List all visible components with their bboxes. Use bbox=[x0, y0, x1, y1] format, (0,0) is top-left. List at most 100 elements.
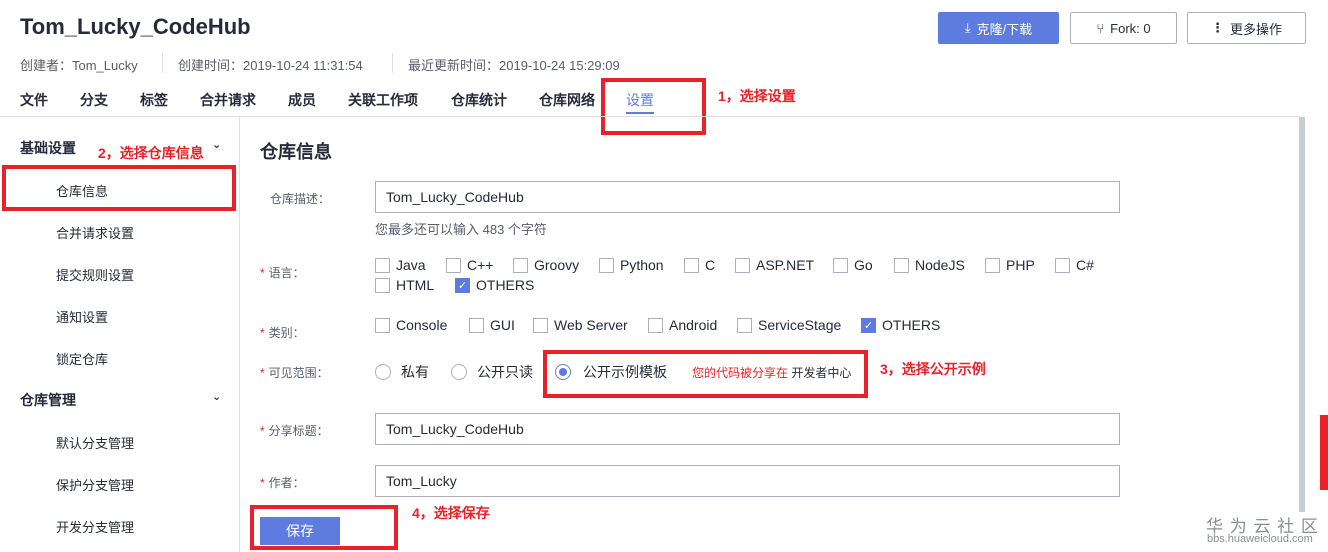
tab-members[interactable]: 成员 bbox=[288, 90, 316, 110]
checkbox-label: Python bbox=[620, 257, 664, 273]
scrollbar[interactable] bbox=[1299, 117, 1305, 512]
radio-label: 公开只读 bbox=[477, 364, 533, 380]
tab-branches[interactable]: 分支 bbox=[80, 90, 108, 110]
share-title-label: * 分享标题： bbox=[260, 422, 329, 439]
checkbox-icon bbox=[985, 257, 1000, 273]
checkbox-lang-python[interactable]: Python bbox=[599, 257, 664, 273]
radio-public-readonly[interactable]: 公开只读 bbox=[451, 362, 533, 382]
clone-label: 克隆/下载 bbox=[976, 21, 1033, 37]
clone-download-button[interactable]: ⤓ 克隆/下载 bbox=[938, 12, 1059, 44]
required-mark: * bbox=[260, 424, 265, 438]
author-input[interactable]: Tom_Lucky bbox=[375, 465, 1120, 497]
sidebar-item-dev-branch[interactable]: 开发分支管理 bbox=[56, 517, 134, 536]
label-text: 可见范围： bbox=[268, 366, 329, 380]
checkbox-label: Groovy bbox=[534, 257, 580, 273]
checkbox-label: C# bbox=[1076, 257, 1094, 273]
checkbox-checked-icon: ✓ bbox=[861, 317, 876, 333]
required-mark: * bbox=[260, 266, 265, 280]
label-text: 分享标题： bbox=[268, 424, 329, 438]
checkbox-cat-console[interactable]: Console bbox=[375, 317, 447, 333]
chevron-down-icon[interactable]: ⌄ bbox=[212, 138, 221, 151]
checkbox-icon bbox=[599, 257, 614, 273]
tab-files[interactable]: 文件 bbox=[20, 90, 48, 110]
checkbox-icon bbox=[469, 317, 484, 333]
sidebar-item-commit-rules[interactable]: 提交规则设置 bbox=[56, 265, 134, 284]
checkbox-lang-asp-net[interactable]: ASP.NET bbox=[735, 257, 814, 273]
checkbox-label: OTHERS bbox=[882, 317, 941, 333]
checkbox-checked-icon: ✓ bbox=[455, 277, 470, 293]
tab-work-items[interactable]: 关联工作项 bbox=[348, 90, 418, 110]
visibility-label: * 可见范围： bbox=[260, 364, 329, 381]
checkbox-label: Go bbox=[854, 257, 873, 273]
checkbox-lang-nodejs[interactable]: NodeJS bbox=[894, 257, 965, 273]
fork-button[interactable]: ⑂ Fork: 0 bbox=[1070, 12, 1177, 44]
sidebar-group-manage[interactable]: 仓库管理 bbox=[20, 390, 76, 410]
checkbox-lang-go[interactable]: Go bbox=[833, 257, 873, 273]
checkbox-icon bbox=[737, 317, 752, 333]
annotation-3: 3，选择公开示例 bbox=[880, 361, 986, 377]
checkbox-icon bbox=[513, 257, 528, 273]
checkbox-lang-others[interactable]: ✓ OTHERS bbox=[455, 277, 534, 293]
sidebar-item-default-branch[interactable]: 默认分支管理 bbox=[56, 433, 134, 452]
char-count-hint: 您最多还可以输入 483 个字符 bbox=[375, 222, 547, 237]
sidebar-item-merge-settings[interactable]: 合并请求设置 bbox=[56, 223, 134, 242]
checkbox-cat-gui[interactable]: GUI bbox=[469, 317, 515, 333]
checkbox-lang-c-[interactable]: C++ bbox=[446, 257, 493, 273]
category-label: * 类别： bbox=[260, 324, 305, 341]
sidebar-item-lock-repo[interactable]: 锁定仓库 bbox=[56, 349, 108, 368]
radio-circle bbox=[375, 364, 391, 380]
checkbox-icon bbox=[375, 257, 390, 273]
checkbox-cat-android[interactable]: Android bbox=[648, 317, 717, 333]
tab-statistics[interactable]: 仓库统计 bbox=[451, 90, 507, 110]
checkbox-label: HTML bbox=[396, 277, 435, 293]
annotation-2: 2，选择仓库信息 bbox=[98, 145, 204, 161]
checkbox-label: C++ bbox=[467, 257, 494, 273]
checkbox-lang-java[interactable]: Java bbox=[375, 257, 426, 273]
share-title-input[interactable]: Tom_Lucky_CodeHub bbox=[375, 413, 1120, 445]
checkbox-lang-c-[interactable]: C# bbox=[1055, 257, 1094, 273]
checkbox-lang-c[interactable]: C bbox=[684, 257, 715, 273]
feedback-side-tab[interactable] bbox=[1320, 415, 1328, 490]
annotation-box bbox=[601, 78, 706, 135]
download-icon: ⤓ bbox=[964, 20, 971, 35]
author-label: * 作者： bbox=[260, 474, 305, 491]
checkbox-lang-php[interactable]: PHP bbox=[985, 257, 1035, 273]
checkbox-lang-groovy[interactable]: Groovy bbox=[513, 257, 579, 273]
checkbox-label: Console bbox=[396, 317, 448, 333]
description-input[interactable]: Tom_Lucky_CodeHub bbox=[375, 181, 1120, 213]
required-mark: * bbox=[260, 326, 265, 340]
sidebar-item-notifications[interactable]: 通知设置 bbox=[56, 307, 108, 326]
annotation-box bbox=[2, 165, 236, 211]
creator: 创建者：Tom_Lucky bbox=[20, 58, 138, 73]
updated-time: 最近更新时间：2019-10-24 15:29:09 bbox=[408, 58, 620, 73]
checkbox-icon bbox=[446, 257, 461, 273]
tab-network[interactable]: 仓库网络 bbox=[539, 90, 595, 110]
divider bbox=[0, 116, 1300, 117]
checkbox-cat-web-server[interactable]: Web Server bbox=[533, 317, 628, 333]
repo-title: Tom_Lucky_CodeHub bbox=[20, 14, 251, 39]
created-time: 创建时间：2019-10-24 11:31:54 bbox=[178, 58, 363, 73]
tab-tags[interactable]: 标签 bbox=[140, 90, 168, 110]
more-actions-button[interactable]: ⋮ 更多操作 bbox=[1187, 12, 1306, 44]
annotation-box bbox=[250, 505, 398, 550]
sidebar-item-protected-branch[interactable]: 保护分支管理 bbox=[56, 475, 134, 494]
checkbox-label: GUI bbox=[490, 317, 515, 333]
checkbox-label: ServiceStage bbox=[758, 317, 842, 333]
chevron-down-icon[interactable]: ⌄ bbox=[212, 390, 221, 403]
tab-merge-requests[interactable]: 合并请求 bbox=[200, 90, 256, 110]
section-title: 仓库信息 bbox=[260, 142, 332, 162]
radio-private[interactable]: 私有 bbox=[375, 362, 429, 382]
more-icon: ⋮ bbox=[1210, 20, 1224, 35]
checkbox-lang-html[interactable]: HTML bbox=[375, 277, 434, 293]
checkbox-icon bbox=[648, 317, 663, 333]
checkbox-cat-servicestage[interactable]: ServiceStage bbox=[737, 317, 841, 333]
checkbox-icon bbox=[375, 277, 390, 293]
label-text: 语言： bbox=[268, 266, 305, 280]
watermark-url: bbs.huaweicloud.com bbox=[1207, 533, 1313, 545]
more-label: 更多操作 bbox=[1229, 21, 1282, 37]
checkbox-cat-others[interactable]: ✓ OTHERS bbox=[861, 317, 940, 333]
checkbox-icon bbox=[833, 257, 848, 273]
checkbox-label: Java bbox=[396, 257, 426, 273]
sidebar-group-basic[interactable]: 基础设置 bbox=[20, 138, 76, 158]
divider bbox=[392, 53, 393, 73]
